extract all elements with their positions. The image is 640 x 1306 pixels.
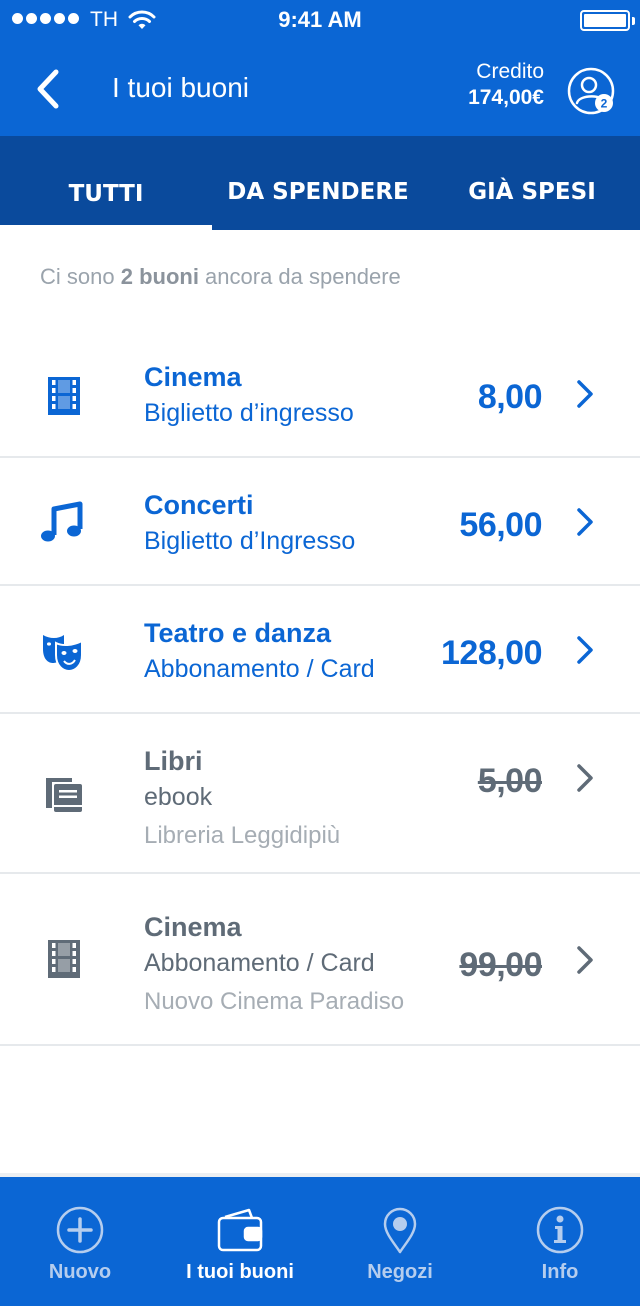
battery-icon	[580, 10, 630, 31]
bottom-navigation: Nuovo I tuoi buoni Negozi Info	[0, 1177, 640, 1306]
app-header: TH 9:41 AM I tuoi buoni Credito 174,00€ …	[0, 0, 640, 136]
voucher-category: Teatro e danza	[144, 618, 332, 648]
voucher-category: Cinema	[144, 912, 242, 942]
tab-gia-spesi[interactable]: GIÀ SPESI	[424, 136, 640, 230]
voucher-category: Cinema	[144, 362, 242, 392]
page-title: I tuoi buoni	[112, 72, 249, 103]
voucher-amount: 128,00	[441, 634, 543, 672]
credit-label: Credito	[476, 60, 544, 83]
nav-label: Nuovo	[48, 1261, 112, 1283]
film-icon	[48, 940, 80, 978]
voucher-category: Concerti	[144, 490, 254, 520]
voucher-amount: 5,00	[477, 762, 543, 800]
voucher-type: ebook	[144, 783, 213, 811]
nav-item-nuovo[interactable]: Nuovo	[0, 1177, 160, 1306]
chevron-right-icon	[577, 636, 593, 664]
voucher-shop: Nuovo Cinema Paradiso	[144, 988, 405, 1015]
voucher-type: Biglietto d’Ingresso	[144, 527, 356, 555]
voucher-row[interactable]: Teatro e danza Abbonamento / Card 128,00	[0, 586, 640, 714]
tab-tutti[interactable]: TUTTI	[0, 136, 212, 230]
summary-count: 2 buoni	[120, 264, 199, 289]
tab-da-spendere[interactable]: DA SPENDERE	[212, 136, 424, 230]
voucher-category: Libri	[144, 746, 203, 776]
music-note-icon	[41, 501, 83, 542]
voucher-filter-tabs: TUTTI DA SPENDERE GIÀ SPESI	[0, 136, 640, 230]
voucher-row[interactable]: Cinema Biglietto d’ingresso 8,00	[0, 330, 640, 458]
status-bar: TH 9:41 AM	[0, 0, 640, 40]
map-pin-icon	[383, 1207, 417, 1254]
summary-suffix: ancora da spendere	[198, 264, 401, 289]
voucher-amount: 8,00	[477, 378, 543, 416]
info-icon	[536, 1206, 584, 1254]
profile-badge-count: 2	[601, 97, 608, 111]
voucher-amount: 56,00	[459, 506, 542, 544]
plus-circle-icon	[56, 1206, 104, 1254]
status-time: 9:41 AM	[278, 7, 362, 32]
chevron-right-icon	[577, 764, 593, 792]
chevron-right-icon	[577, 946, 593, 974]
voucher-list: Cinema Biglietto d’ingresso 8,00 Concert…	[0, 330, 640, 1046]
credit-summary: Credito 174,00€	[468, 60, 544, 110]
voucher-row[interactable]: Libri ebook Libreria Leggidipiù 5,00	[0, 714, 640, 874]
credit-value: 174,00€	[468, 86, 544, 109]
voucher-shop: Libreria Leggidipiù	[144, 822, 341, 849]
voucher-type: Biglietto d’ingresso	[144, 399, 354, 427]
nav-label: Info	[541, 1261, 579, 1283]
film-icon	[48, 377, 80, 415]
battery-cap	[632, 17, 635, 25]
voucher-row[interactable]: Cinema Abbonamento / Card Nuovo Cinema P…	[0, 874, 640, 1046]
vouchers-summary-text: Ci sono 2 buoni ancora da spendere	[40, 264, 401, 290]
books-icon	[46, 778, 82, 812]
voucher-type: Abbonamento / Card	[144, 949, 375, 977]
nav-label: I tuoi buoni	[186, 1261, 294, 1283]
nav-label: Negozi	[367, 1261, 433, 1283]
back-chevron-icon[interactable]	[32, 68, 66, 110]
theater-masks-icon	[43, 635, 83, 673]
wallet-icon	[217, 1208, 263, 1252]
voucher-row[interactable]: Concerti Biglietto d’Ingresso 56,00	[0, 458, 640, 586]
profile-icon[interactable]: 2	[566, 66, 616, 116]
chevron-right-icon	[577, 380, 593, 408]
nav-item-info[interactable]: Info	[480, 1177, 640, 1306]
chevron-right-icon	[577, 508, 593, 536]
nav-item-i-tuoi-buoni[interactable]: I tuoi buoni	[160, 1177, 320, 1306]
nav-item-negozi[interactable]: Negozi	[320, 1177, 480, 1306]
summary-prefix: Ci sono	[40, 264, 121, 289]
voucher-amount: 99,00	[459, 946, 542, 984]
voucher-type: Abbonamento / Card	[144, 655, 375, 683]
